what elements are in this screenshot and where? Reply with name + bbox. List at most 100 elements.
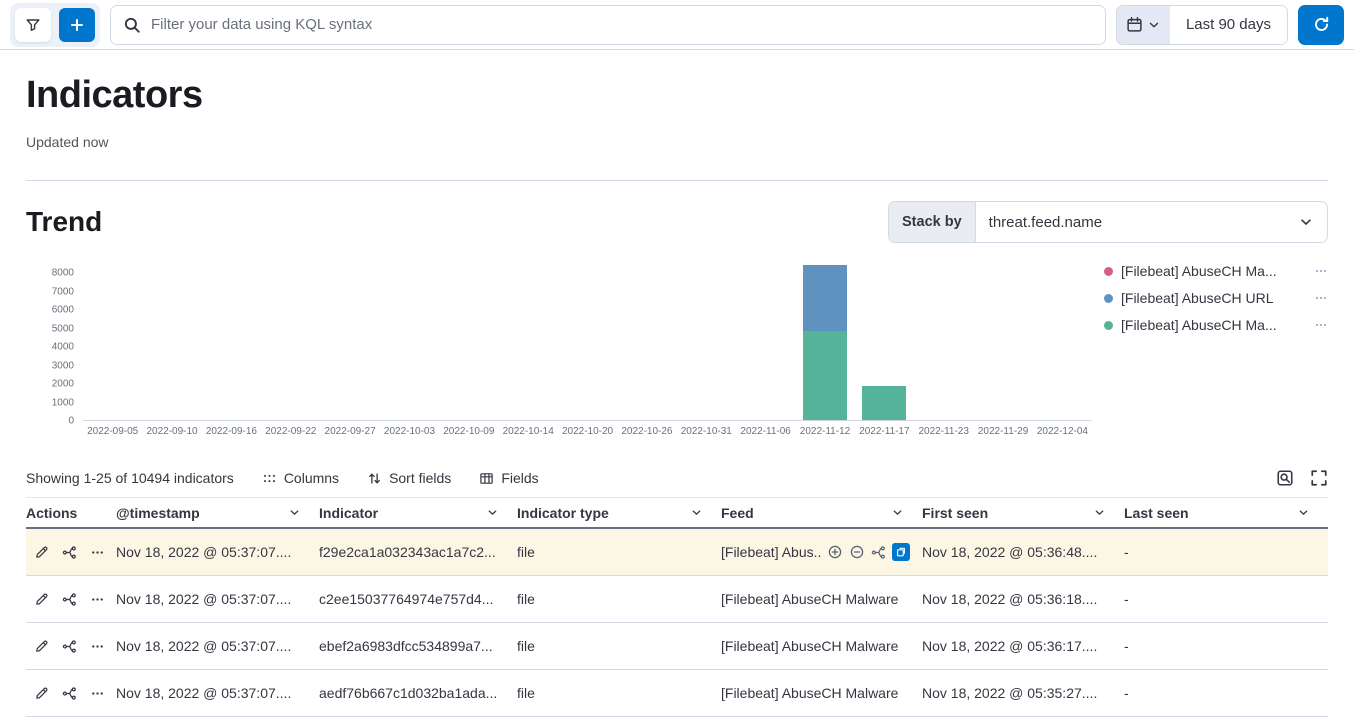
more-actions-icon[interactable] — [90, 686, 105, 701]
copy-to-clipboard-icon[interactable] — [892, 543, 910, 561]
chevron-down-icon[interactable] — [1093, 506, 1106, 519]
table-row[interactable]: Nov 18, 2022 @ 05:37:07.... aedf76b667c1… — [26, 670, 1328, 717]
inspect-icon[interactable] — [1276, 469, 1294, 487]
legend-item[interactable]: [Filebeat] AbuseCH URL — [1104, 290, 1328, 306]
header-feed[interactable]: Feed — [721, 505, 922, 521]
results-summary: Showing 1-25 of 10494 indicators — [26, 470, 234, 486]
filter-for-icon[interactable] — [827, 544, 843, 560]
sort-fields-button[interactable]: Sort fields — [367, 470, 451, 486]
chevron-down-icon — [1147, 18, 1161, 32]
chevron-down-icon[interactable] — [690, 506, 703, 519]
table-header-row: Actions @timestamp Indicator Indicator t… — [26, 497, 1328, 529]
investigate-in-timeline-icon[interactable] — [62, 592, 77, 607]
table-row[interactable]: Nov 18, 2022 @ 05:37:07.... ebef2a6983df… — [26, 623, 1328, 670]
columns-button-label: Columns — [284, 470, 339, 486]
last-seen-cell[interactable]: - — [1124, 591, 1328, 607]
header-indicator-type[interactable]: Indicator type — [517, 505, 721, 521]
chevron-down-icon[interactable] — [1297, 506, 1310, 519]
timestamp-cell[interactable]: Nov 18, 2022 @ 05:37:07.... — [116, 544, 319, 560]
legend-more-actions-icon[interactable] — [1314, 264, 1328, 278]
x-tick-label: 2022-11-12 — [795, 426, 854, 437]
x-tick-label: 2022-12-04 — [1033, 426, 1092, 437]
last-seen-cell[interactable]: - — [1124, 638, 1328, 654]
table-row[interactable]: Nov 18, 2022 @ 05:37:07.... c2ee15037764… — [26, 576, 1328, 623]
fields-button-label: Fields — [501, 470, 538, 486]
last-seen-cell[interactable]: - — [1124, 685, 1328, 701]
indicator-type-cell[interactable]: file — [517, 685, 721, 701]
legend-more-actions-icon[interactable] — [1314, 291, 1328, 305]
bar-slot — [261, 261, 320, 420]
edit-icon[interactable] — [34, 545, 49, 560]
timestamp-cell[interactable]: Nov 18, 2022 @ 05:37:07.... — [116, 591, 319, 607]
first-seen-cell[interactable]: Nov 18, 2022 @ 05:36:18.... — [922, 591, 1124, 607]
kql-search-bar — [110, 5, 1106, 45]
saved-query-menu-button[interactable] — [15, 8, 51, 42]
chevron-down-icon[interactable] — [891, 506, 904, 519]
y-tick-label: 6000 — [52, 305, 74, 316]
header-label: Actions — [26, 505, 77, 521]
legend-item[interactable]: [Filebeat] AbuseCH Ma... — [1104, 317, 1328, 333]
trend-title: Trend — [26, 206, 102, 238]
feed-cell[interactable]: [Filebeat] AbuseCH Malware — [721, 685, 922, 701]
more-actions-icon[interactable] — [90, 545, 105, 560]
indicator-type-cell[interactable]: file — [517, 638, 721, 654]
timestamp-cell[interactable]: Nov 18, 2022 @ 05:37:07.... — [116, 638, 319, 654]
more-actions-icon[interactable] — [90, 639, 105, 654]
date-picker-calendar-button[interactable] — [1117, 6, 1170, 44]
header-indicator[interactable]: Indicator — [319, 505, 517, 521]
bar-slot — [83, 261, 142, 420]
edit-icon[interactable] — [34, 592, 49, 607]
feed-value: [Filebeat] Abus... — [721, 544, 821, 560]
add-filter-button[interactable] — [59, 8, 95, 42]
x-tick-label: 2022-11-23 — [914, 426, 973, 437]
x-tick-label: 2022-09-16 — [202, 426, 261, 437]
investigate-in-timeline-icon[interactable] — [62, 686, 77, 701]
stack-by-select[interactable]: threat.feed.name — [976, 202, 1327, 242]
add-to-timeline-icon[interactable] — [871, 545, 886, 560]
more-actions-icon[interactable] — [90, 592, 105, 607]
indicator-cell[interactable]: ebef2a6983dfcc534899a7... — [319, 638, 517, 654]
x-tick-label: 2022-09-10 — [142, 426, 201, 437]
query-button-cluster — [10, 3, 100, 47]
y-tick-label: 8000 — [52, 268, 74, 279]
header-last-seen[interactable]: Last seen — [1124, 505, 1328, 521]
fields-button[interactable]: Fields — [479, 470, 538, 486]
search-input[interactable] — [151, 16, 1093, 33]
indicator-cell[interactable]: c2ee15037764974e757d4... — [319, 591, 517, 607]
first-seen-cell[interactable]: Nov 18, 2022 @ 05:36:17.... — [922, 638, 1124, 654]
edit-icon[interactable] — [34, 639, 49, 654]
indicator-type-cell[interactable]: file — [517, 544, 721, 560]
table-row[interactable]: Nov 18, 2022 @ 05:37:07.... f29e2ca1a032… — [26, 529, 1328, 576]
last-seen-cell[interactable]: - — [1124, 544, 1328, 560]
x-tick-label: 2022-09-22 — [261, 426, 320, 437]
first-seen-cell[interactable]: Nov 18, 2022 @ 05:36:48.... — [922, 544, 1124, 560]
fullscreen-icon[interactable] — [1310, 469, 1328, 487]
sort-fields-button-label: Sort fields — [389, 470, 451, 486]
y-tick-label: 1000 — [52, 397, 74, 408]
chevron-down-icon[interactable] — [288, 506, 301, 519]
legend-more-actions-icon[interactable] — [1314, 318, 1328, 332]
investigate-in-timeline-icon[interactable] — [62, 545, 77, 560]
feed-cell[interactable]: [Filebeat] AbuseCH Malware — [721, 591, 922, 607]
feed-cell[interactable]: [Filebeat] Abus... — [721, 543, 922, 561]
header-timestamp[interactable]: @timestamp — [116, 505, 319, 521]
legend-label: [Filebeat] AbuseCH URL — [1121, 290, 1306, 306]
legend-item[interactable]: [Filebeat] AbuseCH Ma... — [1104, 263, 1328, 279]
columns-button[interactable]: Columns — [262, 470, 339, 486]
time-range-button[interactable]: Last 90 days — [1170, 6, 1287, 44]
first-seen-cell[interactable]: Nov 18, 2022 @ 05:35:27.... — [922, 685, 1124, 701]
header-first-seen[interactable]: First seen — [922, 505, 1124, 521]
refresh-button[interactable] — [1298, 5, 1344, 45]
indicator-cell[interactable]: f29e2ca1a032343ac1a7c2... — [319, 544, 517, 560]
indicator-cell[interactable]: aedf76b667c1d032ba1ada... — [319, 685, 517, 701]
chevron-down-icon[interactable] — [486, 506, 499, 519]
feed-cell[interactable]: [Filebeat] AbuseCH Malware — [721, 638, 922, 654]
indicator-type-cell[interactable]: file — [517, 591, 721, 607]
header-label: Last seen — [1124, 505, 1189, 521]
investigate-in-timeline-icon[interactable] — [62, 639, 77, 654]
row-actions — [26, 592, 116, 607]
filter-out-icon[interactable] — [849, 544, 865, 560]
timestamp-cell[interactable]: Nov 18, 2022 @ 05:37:07.... — [116, 685, 319, 701]
page-title: Indicators — [26, 74, 1328, 117]
edit-icon[interactable] — [34, 686, 49, 701]
